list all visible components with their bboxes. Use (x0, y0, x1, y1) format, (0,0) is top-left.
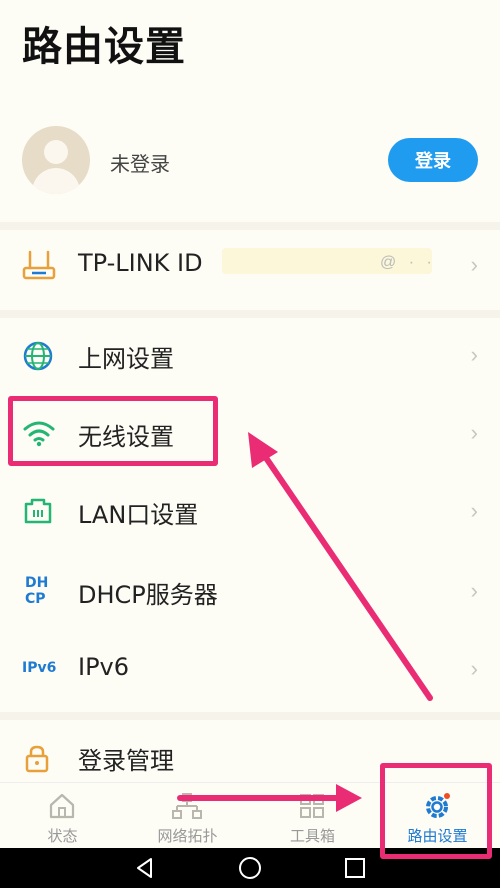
divider (0, 310, 500, 318)
lan-port-icon (22, 496, 54, 526)
topology-icon (172, 791, 202, 821)
home-button-icon[interactable] (238, 856, 262, 880)
tab-label: 状态 (47, 827, 78, 845)
lock-icon (22, 744, 54, 774)
menu-item-lan-settings[interactable]: LAN口设置 › (0, 476, 500, 546)
tab-label: 工具箱 (289, 827, 335, 845)
back-icon[interactable] (133, 856, 157, 880)
menu-item-label: TP-LINK ID (78, 249, 203, 277)
menu-item-dhcp-server[interactable]: DH CP DHCP服务器 › (0, 556, 500, 626)
chevron-right-icon: › (470, 578, 478, 603)
avatar[interactable] (22, 126, 90, 194)
recents-icon[interactable] (343, 856, 367, 880)
tab-network-topology[interactable]: 网络拓扑 (125, 783, 250, 849)
menu-item-label: 登录管理 (78, 747, 174, 775)
ipv6-icon: IPv6 (22, 660, 57, 676)
user-status-label: 未登录 (110, 152, 170, 176)
chevron-right-icon: › (470, 342, 478, 367)
menu-item-label: DHCP服务器 (78, 581, 218, 609)
menu-item-ipv6[interactable]: IPv6 IPv6 › (0, 634, 500, 704)
tab-label: 网络拓扑 (157, 827, 218, 845)
highlight-box-wireless (8, 396, 218, 466)
highlight-box-router-tab (380, 763, 492, 859)
menu-item-label: LAN口设置 (78, 501, 199, 529)
blurred-account-suffix: @ · · (380, 254, 436, 271)
toolbox-icon (297, 791, 327, 821)
dhcp-icon: DH CP (22, 576, 54, 606)
chevron-right-icon: › (470, 420, 478, 445)
menu-item-label: 上网设置 (78, 345, 174, 373)
page-title: 路由设置 (22, 24, 186, 70)
user-login-row[interactable]: 未登录 登录 (0, 118, 500, 202)
chevron-right-icon: › (470, 498, 478, 523)
menu-item-internet-settings[interactable]: 上网设置 › (0, 320, 500, 390)
tab-toolbox[interactable]: 工具箱 (250, 783, 375, 849)
menu-item-label: IPv6 (78, 653, 130, 681)
home-icon (47, 791, 77, 821)
divider (0, 222, 500, 230)
chevron-right-icon: › (470, 252, 478, 277)
menu-item-tp-link-id[interactable]: TP-LINK ID @ · · › (0, 230, 500, 300)
tab-status[interactable]: 状态 (0, 783, 125, 849)
dhcp-icon-line1: DH (25, 575, 49, 591)
dhcp-icon-line2: CP (25, 591, 46, 607)
divider (0, 712, 500, 720)
globe-icon (22, 340, 54, 371)
login-button[interactable]: 登录 (388, 138, 478, 182)
router-icon (22, 250, 56, 280)
chevron-right-icon: › (470, 656, 478, 681)
